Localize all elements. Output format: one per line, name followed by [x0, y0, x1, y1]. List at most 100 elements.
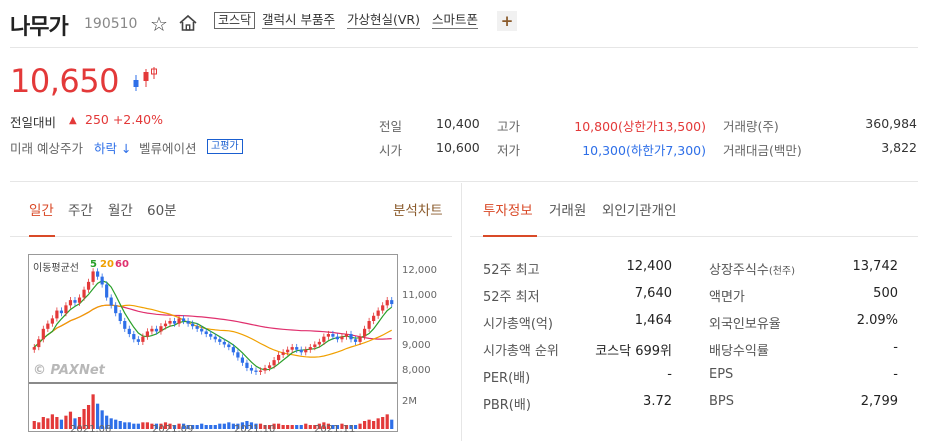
candle-body — [249, 367, 254, 371]
info-label-per: PER(배) — [483, 371, 531, 386]
candle-body — [181, 318, 186, 321]
info-value-market-cap-rank: 코스닥 699위 — [595, 344, 672, 359]
candle-body — [304, 349, 308, 353]
high-value: 10,800(상한가13,500) — [574, 119, 706, 134]
volume-bar — [209, 425, 213, 429]
info-label-par-value: 액면가 — [709, 290, 745, 305]
volume-bar — [114, 419, 118, 429]
info-value-dividend-yield: - — [893, 340, 898, 355]
theme-tag-smartphone[interactable]: 스마트폰 — [432, 12, 479, 29]
volume-bar — [132, 423, 136, 429]
theme-tag-galaxy[interactable]: 갤럭시 부품주 — [262, 12, 335, 29]
candle-body — [91, 271, 95, 282]
info-label-shares-unit: (천주) — [768, 266, 796, 277]
tab-daily[interactable]: 일간 — [29, 199, 54, 219]
candle-body — [240, 357, 245, 363]
ma60-line — [33, 304, 392, 348]
tab-60min[interactable]: 60분 — [147, 199, 177, 219]
ma20-line — [33, 304, 392, 358]
candle-body — [96, 271, 100, 277]
candle-body — [177, 318, 181, 324]
candle-body — [281, 352, 285, 355]
info-value-per: - — [667, 367, 672, 382]
candle-body — [141, 336, 145, 342]
volume-bar — [372, 421, 376, 429]
candle-body — [82, 289, 86, 298]
volume-bar — [385, 414, 389, 429]
tab-invest-info[interactable]: 투자정보 — [483, 199, 533, 219]
low-value: 10,300(하한가7,300) — [582, 143, 706, 158]
info-label-52w-low: 52주 최저 — [483, 290, 540, 305]
info-label-eps: EPS — [709, 367, 734, 382]
volume-bar — [362, 421, 367, 429]
candle-body — [123, 321, 127, 329]
prev-close-label: 전일 — [379, 119, 403, 134]
candle-body — [191, 323, 195, 327]
info-label-market-cap: 시가총액(억) — [483, 317, 553, 332]
candle-body — [118, 313, 122, 321]
candle-body — [204, 331, 208, 335]
candle-body — [277, 354, 281, 361]
market-tag: 코스닥 — [214, 12, 256, 29]
volume-label: 거래량(주) — [723, 119, 779, 134]
candle-body — [372, 315, 376, 321]
candle-body — [64, 305, 68, 314]
tab-monthly[interactable]: 월간 — [108, 199, 133, 219]
volume-bar — [118, 421, 122, 429]
tab-weekly[interactable]: 주간 — [68, 199, 93, 219]
volume-bar — [281, 425, 285, 429]
current-price: 10,650 — [10, 62, 119, 100]
volume-bar — [213, 425, 217, 429]
volume-bar — [290, 425, 294, 429]
candle-body — [286, 349, 290, 353]
open-label: 시가 — [379, 143, 403, 158]
candle-body — [59, 310, 64, 314]
info-label-dividend-yield: 배당수익률 — [709, 344, 769, 359]
candle-body — [209, 334, 213, 337]
ma5-line — [33, 280, 393, 371]
forecast-label: 미래 예상주가 — [10, 141, 83, 156]
add-theme-button[interactable]: + — [497, 11, 517, 31]
candle-body — [68, 300, 73, 306]
ma60-legend: 60 — [115, 259, 129, 270]
theme-tag-vr[interactable]: 가상현실(VR) — [347, 12, 420, 29]
star-icon[interactable]: ☆ — [150, 12, 168, 36]
volume-value: 360,984 — [865, 116, 917, 131]
candle-body — [322, 336, 326, 342]
y-tick-8000: 8,000 — [402, 365, 431, 376]
tab-brokers[interactable]: 거래원 — [549, 199, 586, 219]
candle-body — [159, 326, 163, 332]
candle-body — [326, 334, 330, 337]
volume-bar — [308, 425, 312, 429]
vol-tick-2m: 2M — [402, 396, 417, 407]
candle-body — [46, 323, 50, 329]
tab-investors[interactable]: 외인기관개인 — [602, 199, 677, 219]
candle-body — [145, 331, 149, 337]
ma5-legend: 5 — [90, 259, 97, 270]
info-label-pbr: PBR(배) — [483, 398, 531, 413]
amount-label: 거래대금(백만) — [723, 143, 802, 158]
candle-body — [367, 321, 371, 329]
candle-body — [299, 349, 303, 353]
candle-body — [258, 370, 263, 372]
stock-code: 190510 — [84, 16, 138, 32]
valuation-badge[interactable]: 고평가 — [207, 139, 243, 154]
forecast-value[interactable]: 하락 ↓ — [94, 138, 131, 157]
header-divider — [10, 47, 918, 48]
candle-body — [290, 347, 294, 350]
chart-marks — [29, 268, 397, 429]
candle-body — [227, 344, 231, 348]
analysis-chart-link[interactable]: 분석차트 — [393, 199, 443, 219]
home-icon[interactable] — [178, 13, 198, 37]
price-chart[interactable]: 이동평균선 5 20 60 © PAXNet — [28, 254, 398, 432]
volume-bar — [41, 417, 45, 429]
volume-bar — [286, 425, 290, 429]
info-label-bps: BPS — [709, 394, 735, 409]
ma-legend-label: 이동평균선 — [33, 263, 79, 274]
x-tick-2021-11: 2021.11 — [314, 424, 356, 435]
candle-body — [381, 305, 385, 311]
y-tick-12000: 12,000 — [402, 265, 437, 276]
candle-body — [55, 310, 59, 319]
candle-body — [335, 336, 340, 340]
volume-bar — [381, 417, 385, 429]
